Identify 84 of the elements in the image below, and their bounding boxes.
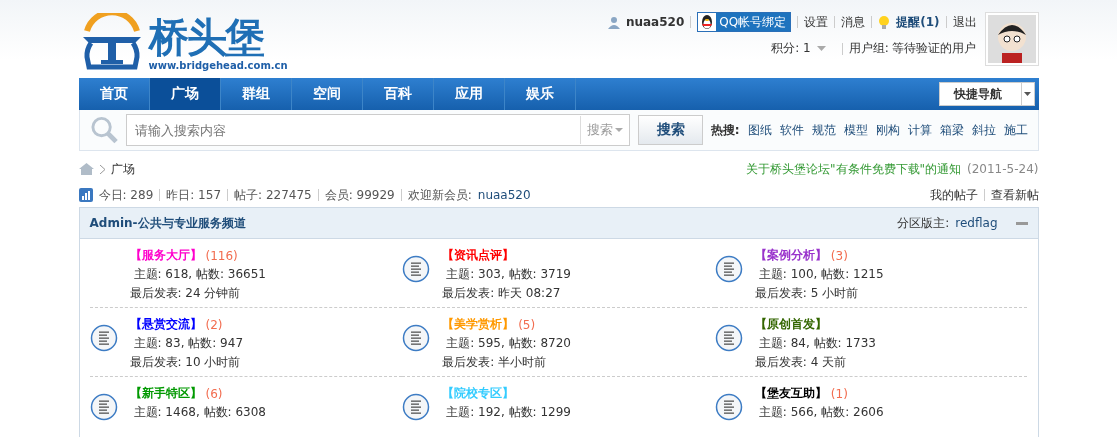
forum-name-link[interactable]: 【堡友互助】 bbox=[754, 385, 827, 402]
forum-stats-text: 主题: 618, 帖数: 36651 bbox=[132, 266, 266, 283]
today-count: (5) bbox=[518, 317, 536, 332]
search-button[interactable]: 搜索 bbox=[638, 115, 703, 145]
last-post-text: 最后发表: 5 小时前 bbox=[754, 285, 860, 302]
search-icon bbox=[89, 115, 119, 145]
hot-search-link[interactable]: 施工 bbox=[1003, 121, 1028, 139]
hot-search-link[interactable]: 模型 bbox=[843, 121, 868, 139]
stat-text: 帖子: 227475 bbox=[234, 186, 312, 204]
hot-search-link[interactable]: 箱梁 bbox=[939, 121, 964, 139]
last-post-text: 最后发表: 4 天前 bbox=[754, 354, 848, 371]
logo-url: www.bridgehead.com.cn bbox=[148, 59, 288, 71]
today-count: (116) bbox=[205, 248, 238, 263]
hot-search-link[interactable]: 软件 bbox=[779, 121, 804, 139]
last-post-text: 最后发表: 昨天 08:27 bbox=[442, 285, 562, 302]
forum-name-link[interactable]: 【悬赏交流】 bbox=[129, 316, 202, 333]
today-count: (1) bbox=[830, 386, 848, 401]
avatar-placeholder[interactable] bbox=[984, 12, 1039, 66]
forum-icon bbox=[402, 393, 431, 421]
breadcrumb-current: 广场 bbox=[110, 160, 135, 178]
user-icon bbox=[607, 15, 620, 29]
forum-stats-text: 主题: 595, 帖数: 8720 bbox=[445, 335, 571, 352]
forum-icon bbox=[714, 324, 743, 352]
forum-name-link[interactable]: 【资讯点评】 bbox=[442, 247, 515, 264]
hot-search-label: 热搜: bbox=[710, 121, 740, 139]
notice-date: (2011-5-24) bbox=[967, 162, 1039, 176]
hot-search-link[interactable]: 图纸 bbox=[747, 121, 772, 139]
today-count: (2) bbox=[205, 317, 223, 332]
new-member-link[interactable]: nuaa520 bbox=[477, 188, 531, 202]
user-group-text: 用户组: 等待验证的用户 bbox=[848, 40, 977, 57]
hot-search-link[interactable]: 斜拉 bbox=[971, 121, 996, 139]
forum-icon bbox=[402, 324, 431, 352]
forum-name-link[interactable]: 【新手特区】 bbox=[129, 385, 202, 402]
post-link[interactable]: 查看新帖 bbox=[990, 186, 1039, 204]
forum-stats-text: 主题: 303, 帖数: 3719 bbox=[445, 266, 571, 283]
stat-text: 今日: 289 bbox=[98, 186, 154, 204]
forum-stats-text: 主题: 83, 帖数: 947 bbox=[132, 335, 244, 352]
forum-stats-text: 主题: 84, 帖数: 1733 bbox=[757, 335, 876, 352]
forum-name-link[interactable]: 【原创首发】 bbox=[754, 316, 827, 333]
notice-link[interactable]: 关于桥头堡论坛"有条件免费下载"的通知 bbox=[746, 160, 962, 178]
hot-search-link[interactable]: 刚构 bbox=[875, 121, 900, 139]
nav-tab[interactable]: 广场 bbox=[149, 78, 221, 110]
last-post-text: 最后发表: 10 小时前 bbox=[129, 354, 242, 371]
username-link[interactable]: nuaa520 bbox=[625, 15, 685, 29]
forum-icon bbox=[89, 324, 118, 352]
last-post-text: 最后发表: 半小时前 bbox=[442, 354, 547, 371]
user-menu-link[interactable]: 消息 bbox=[841, 13, 866, 31]
notification-link[interactable]: 提醒(1) bbox=[896, 13, 940, 31]
credits-text: 积分: 1 bbox=[771, 40, 811, 57]
moderator-link[interactable]: redflag bbox=[955, 216, 998, 230]
hot-search-link[interactable]: 规范 bbox=[811, 121, 836, 139]
today-count: (3) bbox=[830, 248, 848, 263]
user-menu-link[interactable]: 设置 bbox=[804, 13, 829, 31]
caret-icon bbox=[1024, 92, 1031, 96]
forum-icon bbox=[714, 255, 743, 283]
home-icon[interactable] bbox=[78, 163, 94, 175]
logo-wordmark: 桥头堡 bbox=[148, 13, 264, 60]
stat-text: 会员: 99929 bbox=[324, 186, 395, 204]
caret-icon bbox=[615, 128, 624, 132]
forum-stats-text: 主题: 1468, 帖数: 6308 bbox=[132, 404, 266, 421]
stat-text: 昨日: 157 bbox=[166, 186, 222, 204]
today-count: (6) bbox=[205, 386, 223, 401]
qq-bind-button[interactable]: QQ帐号绑定 bbox=[697, 12, 792, 32]
cartoon-avatar-drawing bbox=[987, 15, 1036, 63]
forum-icon bbox=[89, 393, 118, 421]
forum-stats-text: 主题: 566, 帖数: 2606 bbox=[757, 404, 884, 421]
section-title[interactable]: Admin-公共与专业服务频道 bbox=[89, 214, 246, 232]
forum-name-link[interactable]: 【案例分析】 bbox=[754, 247, 827, 264]
last-post-text: 最后发表: 24 分钟前 bbox=[129, 285, 242, 302]
forum-stats-text: 主题: 192, 帖数: 1299 bbox=[445, 404, 571, 421]
welcome-text: 欢迎新会员: bbox=[407, 186, 472, 204]
quick-nav-button[interactable]: 快捷导航 bbox=[938, 82, 1035, 106]
chevron-icon bbox=[99, 164, 105, 174]
moderator-label: 分区版主: bbox=[897, 214, 950, 232]
forum-stats-text: 主题: 100, 帖数: 1215 bbox=[757, 266, 884, 283]
lightbulb-icon bbox=[878, 14, 891, 30]
bar-chart-icon bbox=[78, 188, 93, 202]
forum-icon bbox=[714, 393, 743, 421]
hot-search-link[interactable]: 计算 bbox=[907, 121, 932, 139]
penguin-icon bbox=[700, 14, 715, 30]
forum-icon bbox=[402, 255, 431, 283]
user-menu-link[interactable]: 退出 bbox=[952, 13, 977, 31]
dropdown-caret-icon[interactable] bbox=[816, 46, 826, 51]
post-link[interactable]: 我的帖子 bbox=[929, 186, 978, 204]
